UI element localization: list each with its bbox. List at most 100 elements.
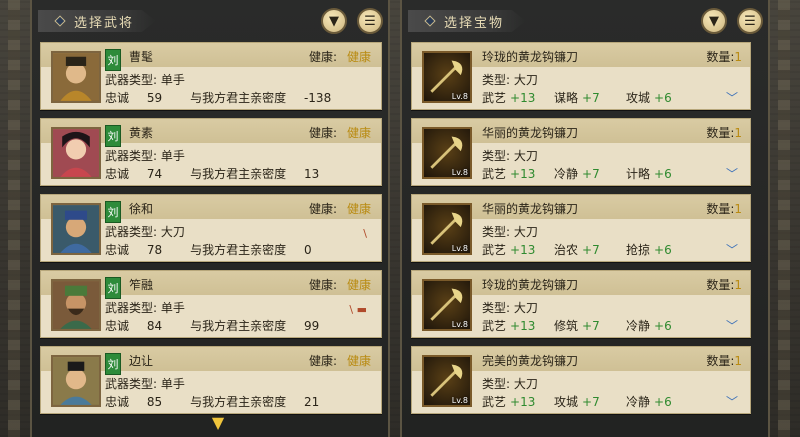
- diamond-icon: [54, 15, 66, 27]
- loyalty-row: 忠诚 59 与我方君主亲密度 -138: [105, 91, 332, 105]
- glaive-icon: Lv.8: [422, 127, 472, 179]
- treasure-card[interactable]: Lv.8 完美的黄龙钩镰刀 数量:1 类型: 大刀 武艺 +13 攻城 +7 冷静 +…: [411, 346, 751, 414]
- weapon-type-row: 武器类型: 单手: [105, 149, 185, 163]
- loyalty-row: 忠诚 78 与我方君主亲密度 0: [105, 243, 312, 257]
- loyalty-row: 忠诚 84 与我方君主亲密度 99: [105, 319, 320, 333]
- item-level: Lv.8: [451, 320, 468, 329]
- health-value: 健康: [346, 50, 371, 64]
- faction-badge: 刘: [105, 277, 121, 299]
- equipped-items-icon: \ ▬: [349, 303, 367, 316]
- health-label: 健康:: [308, 126, 337, 140]
- general-name: 曹髦: [129, 50, 154, 64]
- health-value: 健康: [346, 126, 371, 140]
- weapon-type-row: 武器类型: 大刀: [105, 225, 185, 239]
- treasure-qty: 数量:1: [706, 354, 742, 368]
- health-value: 健康: [346, 202, 371, 216]
- generals-title: 选择武将: [74, 15, 135, 31]
- item-level: Lv.8: [451, 168, 468, 177]
- treasure-qty: 数量:1: [706, 202, 742, 216]
- treasure-type: 类型: 大刀: [482, 377, 538, 391]
- general-card[interactable]: 刘 黄素 健康: 健康 武器类型: 单手 忠诚 74 与我方君主亲密度 13: [40, 118, 382, 186]
- treasure-stats: 武艺 +13 谋略 +7 攻城 +6: [482, 91, 672, 105]
- expand-chevron-icon[interactable]: ﹀: [726, 89, 738, 106]
- expand-chevron-icon[interactable]: ﹀: [726, 393, 738, 410]
- treasure-name: 华丽的黄龙钩镰刀: [482, 126, 579, 140]
- glaive-icon: Lv.8: [422, 203, 472, 255]
- item-level: Lv.8: [451, 92, 468, 101]
- faction-badge: 刘: [105, 125, 121, 147]
- general-portrait: [51, 127, 101, 179]
- treasure-card[interactable]: Lv.8 玲珑的黄龙钩镰刀 数量:1 类型: 大刀 武艺 +13 修筑 +7 冷静 +…: [411, 270, 751, 338]
- health-label: 健康:: [308, 202, 337, 216]
- treasures-list: Lv.8 玲珑的黄龙钩镰刀 数量:1 类型: 大刀 武艺 +13 谋略 +7 攻城 +…: [411, 42, 751, 422]
- weapon-type-row: 武器类型: 单手: [105, 301, 185, 315]
- treasure-stats: 武艺 +13 攻城 +7 冷静 +6: [482, 395, 672, 409]
- general-portrait: [51, 355, 101, 407]
- health-label: 健康:: [308, 278, 337, 292]
- chevron-down-icon[interactable]: ▼: [206, 415, 230, 431]
- left-decoration: [8, 0, 20, 437]
- treasure-stats: 武艺 +13 治农 +7 抢掠 +6: [482, 243, 672, 257]
- treasure-name: 完美的黄龙钩镰刀: [482, 354, 579, 368]
- treasure-name: 玲珑的黄龙钩镰刀: [482, 50, 579, 64]
- treasures-title-tag: 选择宝物: [408, 10, 527, 32]
- generals-title-tag: 选择武将: [38, 10, 157, 32]
- diamond-icon: [424, 15, 436, 27]
- treasure-type: 类型: 大刀: [482, 73, 538, 87]
- filter-icon: ▼: [709, 13, 719, 29]
- expand-chevron-icon[interactable]: ﹀: [726, 241, 738, 258]
- general-card[interactable]: 刘 边让 健康: 健康 武器类型: 单手 忠诚 85 与我方君主亲密度 21: [40, 346, 382, 414]
- general-card[interactable]: 刘 曹髦 健康: 健康 武器类型: 单手 忠诚 59 与我方君主亲密度 -138: [40, 42, 382, 110]
- sort-list-button[interactable]: ☰: [357, 8, 383, 34]
- health-label: 健康:: [308, 354, 337, 368]
- treasure-type: 类型: 大刀: [482, 301, 538, 315]
- filter-button[interactable]: ▼: [701, 8, 727, 34]
- faction-badge: 刘: [105, 49, 121, 71]
- health-value: 健康: [346, 354, 371, 368]
- health-label: 健康:: [308, 50, 337, 64]
- generals-list: 刘 曹髦 健康: 健康 武器类型: 单手 忠诚 59 与我方君主亲密度 -138 …: [40, 42, 382, 422]
- general-name: 笮融: [129, 278, 154, 292]
- treasure-type: 类型: 大刀: [482, 149, 538, 163]
- treasure-qty: 数量:1: [706, 50, 742, 64]
- glaive-icon: Lv.8: [422, 279, 472, 331]
- treasure-name: 玲珑的黄龙钩镰刀: [482, 278, 579, 292]
- treasure-card[interactable]: Lv.8 玲珑的黄龙钩镰刀 数量:1 类型: 大刀 武艺 +13 谋略 +7 攻城 +…: [411, 42, 751, 110]
- general-card[interactable]: 刘 笮融 健康: 健康 武器类型: 单手 忠诚 84 与我方君主亲密度 99 \ …: [40, 270, 382, 338]
- filter-button[interactable]: ▼: [321, 8, 347, 34]
- treasure-card[interactable]: Lv.8 华丽的黄龙钩镰刀 数量:1 类型: 大刀 武艺 +13 治农 +7 抢掠 +…: [411, 194, 751, 262]
- glaive-icon: Lv.8: [422, 355, 472, 407]
- right-decoration: [778, 0, 790, 437]
- glaive-icon: Lv.8: [422, 51, 472, 103]
- general-portrait: [51, 51, 101, 103]
- item-level: Lv.8: [451, 244, 468, 253]
- loyalty-row: 忠诚 85 与我方君主亲密度 21: [105, 395, 320, 409]
- general-name: 边让: [129, 354, 154, 368]
- faction-badge: 刘: [105, 201, 121, 223]
- treasures-title: 选择宝物: [444, 15, 505, 31]
- treasure-card[interactable]: Lv.8 华丽的黄龙钩镰刀 数量:1 类型: 大刀 武艺 +13 冷静 +7 计略 +…: [411, 118, 751, 186]
- loyalty-row: 忠诚 74 与我方君主亲密度 13: [105, 167, 320, 181]
- sort-list-button[interactable]: ☰: [737, 8, 763, 34]
- list-icon: ☰: [744, 13, 756, 29]
- treasure-stats: 武艺 +13 冷静 +7 计略 +6: [482, 167, 672, 181]
- general-portrait: [51, 279, 101, 331]
- item-level: Lv.8: [451, 396, 468, 405]
- treasure-qty: 数量:1: [706, 278, 742, 292]
- general-card[interactable]: 刘 徐和 健康: 健康 武器类型: 大刀 忠诚 78 与我方君主亲密度 0 \: [40, 194, 382, 262]
- weapon-type-row: 武器类型: 单手: [105, 73, 185, 87]
- generals-header: 选择武将 ▼ ☰: [38, 8, 383, 34]
- treasure-stats: 武艺 +13 修筑 +7 冷静 +6: [482, 319, 672, 333]
- list-icon: ☰: [364, 13, 376, 29]
- general-portrait: [51, 203, 101, 255]
- general-name: 黄素: [129, 126, 154, 140]
- health-value: 健康: [346, 278, 371, 292]
- faction-badge: 刘: [105, 353, 121, 375]
- treasure-qty: 数量:1: [706, 126, 742, 140]
- expand-chevron-icon[interactable]: ﹀: [726, 165, 738, 182]
- filter-icon: ▼: [329, 13, 339, 29]
- treasure-name: 华丽的黄龙钩镰刀: [482, 202, 579, 216]
- general-name: 徐和: [129, 202, 154, 216]
- expand-chevron-icon[interactable]: ﹀: [726, 317, 738, 334]
- weapon-type-row: 武器类型: 单手: [105, 377, 185, 391]
